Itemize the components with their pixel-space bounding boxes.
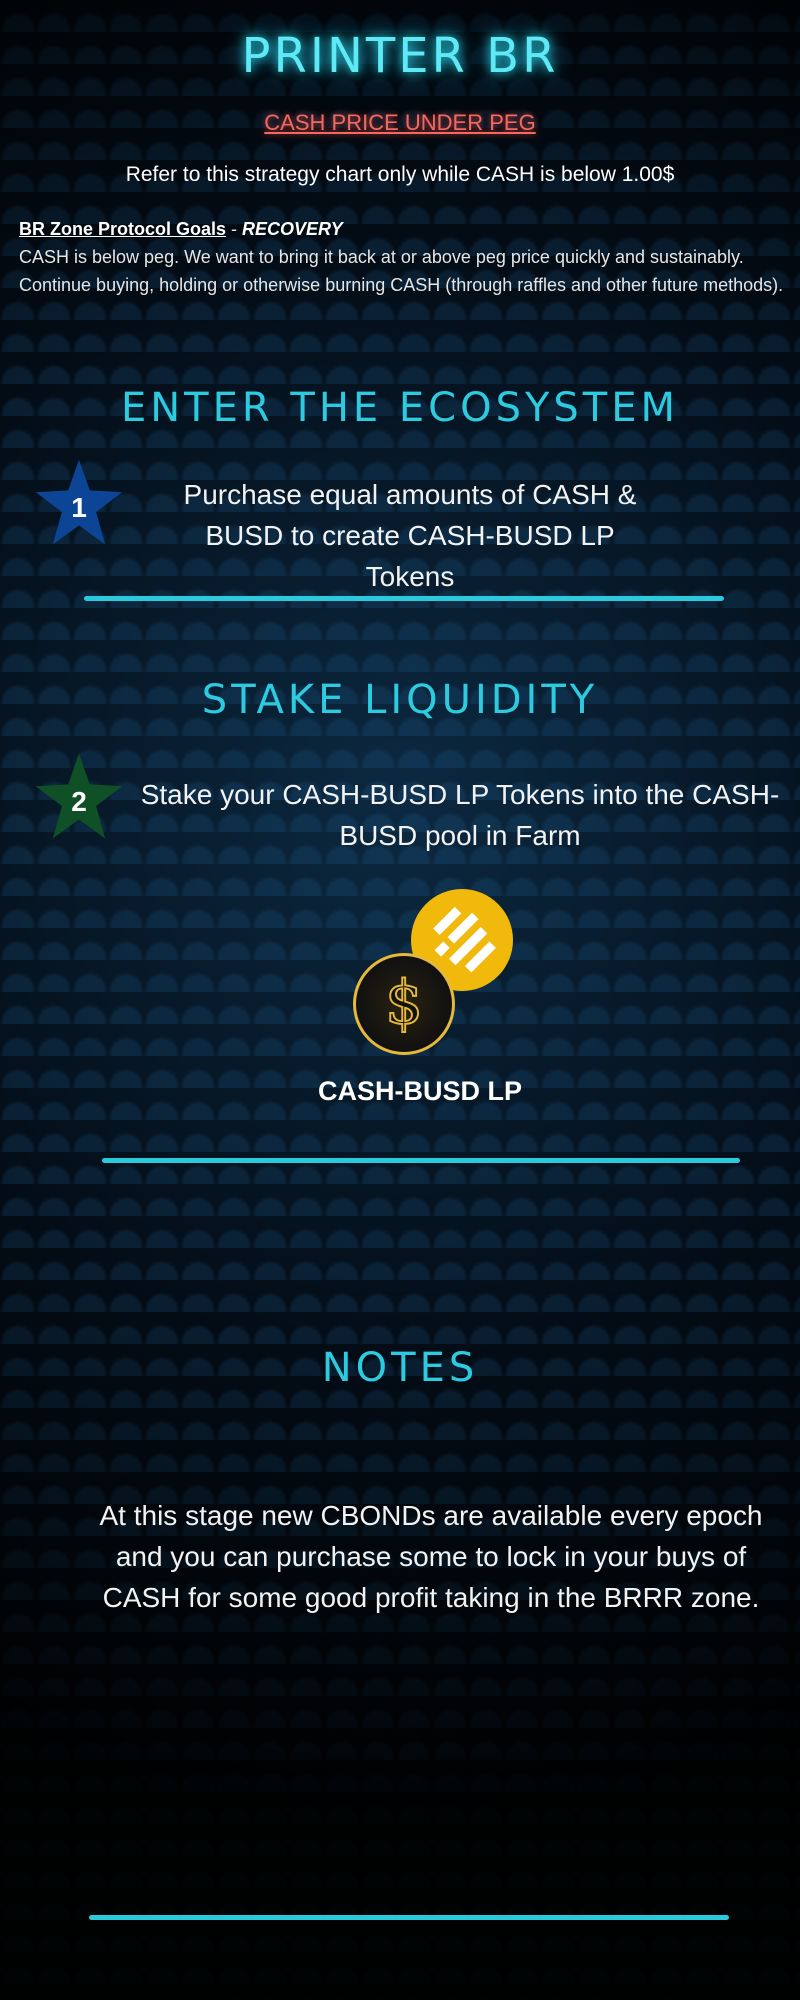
protocol-goals: BR Zone Protocol Goals - RECOVERY CASH i… <box>19 215 794 299</box>
section-title-enter: ENTER THE ECOSYSTEM <box>120 385 680 431</box>
section-title-notes: NOTES <box>321 1345 479 1391</box>
goals-phase: RECOVERY <box>242 219 343 239</box>
step-2-number: 2 <box>71 786 87 817</box>
goals-line-1: CASH is below peg. We want to bring it b… <box>19 247 744 267</box>
svg-text:$: $ <box>385 969 423 1038</box>
step-1-star-icon: 1 <box>34 458 124 548</box>
goals-heading: BR Zone Protocol Goals <box>19 219 227 239</box>
refer-note: Refer to this strategy chart only while … <box>125 163 675 186</box>
peg-status: CASH PRICE UNDER PEG <box>264 110 536 135</box>
section-title-stake: STAKE LIQUIDITY <box>201 677 599 723</box>
goals-separator: - <box>226 219 243 239</box>
step-2-text: Stake your CASH-BUSD LP Tokens into the … <box>140 779 780 851</box>
divider <box>89 1915 729 1920</box>
goals-line-2: Continue buying, holding or otherwise bu… <box>19 275 784 295</box>
page-title: PRINTER BR <box>241 28 559 84</box>
cash-token-icon: $ <box>353 953 455 1055</box>
lp-token-label: CASH-BUSD LP <box>317 1076 522 1106</box>
step-2-star-icon: 2 <box>34 752 124 842</box>
step-1-number: 1 <box>71 492 87 523</box>
divider <box>84 596 724 601</box>
notes-text: At this stage new CBONDs are available e… <box>99 1500 763 1613</box>
divider <box>102 1158 740 1163</box>
step-1-text: Purchase equal amounts of CASH & BUSD to… <box>183 479 637 592</box>
